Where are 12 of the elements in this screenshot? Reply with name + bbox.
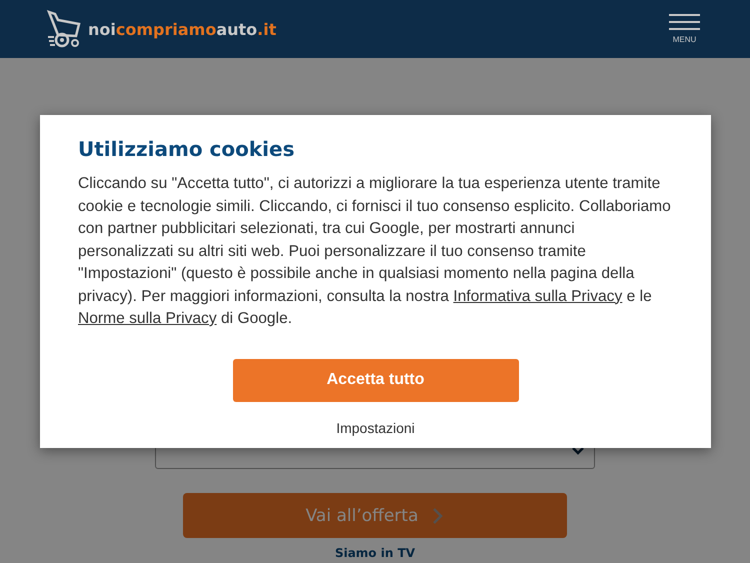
logo-text[interactable]: noicompriamoauto.it: [88, 20, 276, 38]
dialog-title: Utilizziamo cookies: [78, 137, 295, 161]
menu-icon: [669, 14, 700, 30]
privacy-link[interactable]: Informativa sulla Privacy: [453, 288, 622, 304]
menu-button[interactable]: MENU: [669, 14, 700, 44]
settings-link[interactable]: Impostazioni: [336, 420, 415, 436]
chevron-down-icon: [572, 446, 584, 454]
car-trolley-icon[interactable]: [46, 10, 82, 48]
consent-text: Cliccando su "Accetta tutto", ci autorizzi a migliorare la tua esperienza utente tramite cookie e tecnologie simili. Cliccando, ci fornisci il tuo consenso esplicito. Collaboriamo con partner pubblicitari selezionati, tra cui Google, per mostrarti annunci personalizzati su altri siti web. Puoi personalizzare il tuo consenso tramite "Impostazioni" (questo è possibile anche in qualsiasi momento nella pagina della privacy). Per maggiori informazioni, consulta la nostra Informativa sulla Privacy e le Norme sulla Privacy di Google.: [78, 174, 672, 329]
tv-link[interactable]: Siamo in TV: [334, 546, 416, 560]
privacy-link[interactable]: Norme sulla Privacy: [78, 310, 217, 327]
chevron-right-icon: [432, 506, 444, 524]
